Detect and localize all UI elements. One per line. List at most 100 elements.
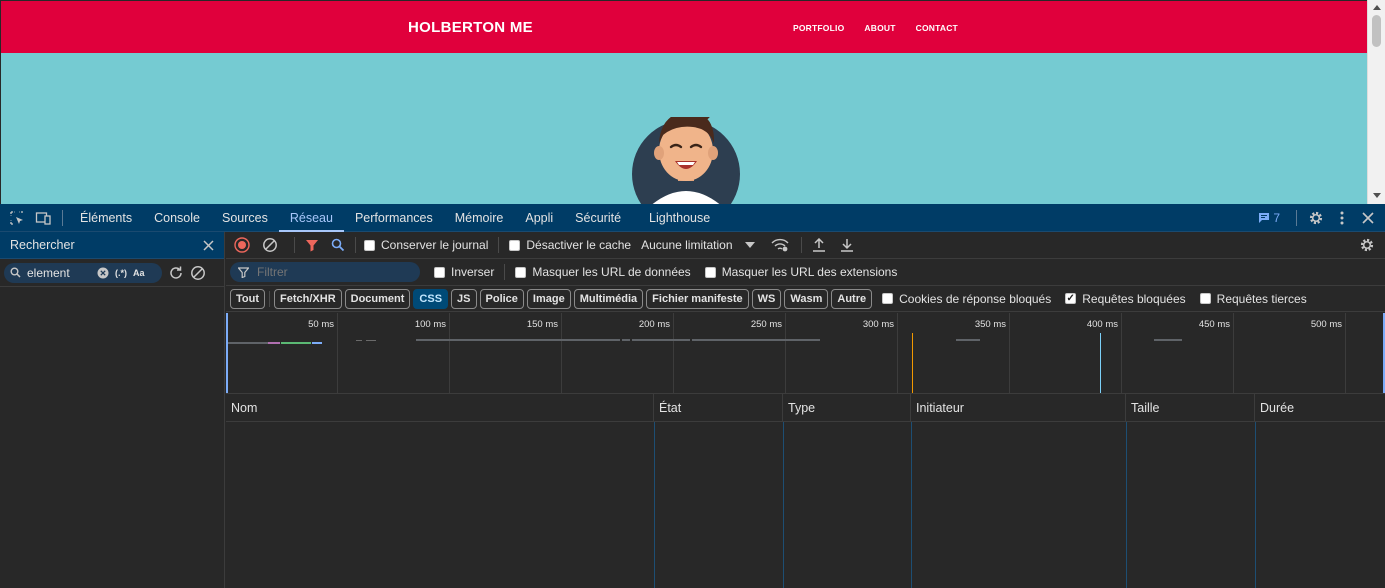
close-devtools-icon[interactable]	[1355, 204, 1381, 232]
filter-chip-wasm[interactable]: Wasm	[784, 288, 829, 309]
blocked-requests-label: Requêtes bloquées	[1082, 291, 1186, 306]
preserve-log-label: Conserver le journal	[381, 238, 489, 252]
search-network-icon[interactable]	[331, 238, 345, 252]
export-har-icon[interactable]	[840, 238, 854, 252]
blocked-cookies-checkbox[interactable]: Cookies de réponse bloqués	[882, 292, 1051, 306]
filter-chip-font[interactable]: Police	[479, 288, 524, 309]
filter-chip-manifest[interactable]: Fichier manifeste	[646, 288, 749, 309]
record-stop-icon[interactable]	[234, 237, 250, 253]
column-type[interactable]: Type	[783, 394, 911, 422]
nav-contact[interactable]: CONTACT	[916, 23, 958, 33]
filter-chip-fetch-xhr[interactable]: Fetch/XHR	[274, 288, 342, 309]
hide-extension-urls-checkbox[interactable]: Masquer les URL des extensions	[704, 265, 898, 279]
checkbox-icon[interactable]	[704, 266, 716, 278]
more-options-icon[interactable]	[1329, 204, 1355, 232]
regex-toggle[interactable]: (.*)	[115, 268, 127, 278]
match-case-toggle[interactable]: Aa	[133, 268, 145, 278]
network-overview-timeline[interactable]: 50 ms 100 ms 150 ms 200 ms 250 ms 300 ms…	[226, 313, 1385, 394]
tab-elements[interactable]: Éléments	[69, 204, 143, 232]
timeline-tick: 350 ms	[974, 319, 1006, 330]
scroll-down-icon[interactable]	[1373, 193, 1381, 198]
search-icon	[10, 267, 21, 278]
checkbox-icon[interactable]	[515, 266, 527, 278]
column-divider	[911, 422, 912, 588]
site-brand[interactable]: HOLBERTON ME	[408, 19, 533, 36]
hide-extension-urls-label: Masquer les URL des extensions	[721, 265, 898, 279]
tab-network[interactable]: Réseau	[278, 204, 344, 232]
checkbox-icon[interactable]	[434, 266, 445, 278]
search-drawer-title[interactable]: Rechercher	[10, 238, 75, 252]
network-conditions-icon[interactable]	[770, 238, 789, 252]
filter-funnel-icon[interactable]	[305, 238, 319, 252]
settings-gear-icon[interactable]	[1303, 204, 1329, 232]
blocked-requests-checkbox[interactable]: Requêtes bloquées	[1065, 291, 1186, 306]
filter-chip-media[interactable]: Multimédia	[573, 288, 644, 309]
request-bar	[268, 342, 280, 344]
clear-log-icon[interactable]	[262, 237, 278, 253]
network-filter-row: Inverser Masquer les URL de données Masq…	[226, 259, 1385, 286]
request-bar	[228, 342, 268, 344]
filter-chip-ws[interactable]: WS	[751, 288, 782, 309]
inspect-element-icon[interactable]	[4, 204, 30, 232]
filter-chip-document[interactable]: Document	[344, 288, 411, 309]
import-har-icon[interactable]	[812, 238, 826, 252]
disable-cache-checkbox[interactable]: Désactiver le cache	[509, 238, 631, 252]
filter-chip-js[interactable]: JS	[451, 288, 477, 309]
invert-checkbox[interactable]: Inverser	[434, 265, 494, 279]
filter-chip-css[interactable]: CSS	[413, 288, 449, 309]
refresh-icon[interactable]	[168, 265, 184, 281]
tab-memory[interactable]: Mémoire	[444, 204, 515, 232]
checkbox-icon[interactable]	[1199, 293, 1211, 304]
tab-console[interactable]: Console	[143, 204, 211, 232]
column-name[interactable]: Nom	[226, 394, 654, 422]
device-toolbar-icon[interactable]	[30, 204, 56, 232]
filter-chip-other[interactable]: Autre	[831, 288, 873, 309]
hide-data-urls-label: Masquer les URL de données	[532, 265, 691, 279]
filter-chip-all[interactable]: Tout	[230, 288, 266, 309]
timeline-tick: 50 ms	[308, 319, 334, 330]
overview-left-handle[interactable]	[226, 313, 228, 393]
tab-lighthouse[interactable]: Lighthouse	[638, 204, 721, 232]
blocked-cookies-label: Cookies de réponse bloqués	[899, 291, 1052, 306]
checkbox-icon[interactable]	[509, 239, 521, 251]
column-status[interactable]: État	[654, 394, 783, 422]
dom-content-loaded-marker	[912, 333, 913, 393]
network-settings-icon[interactable]	[1359, 237, 1375, 253]
preserve-log-checkbox[interactable]: Conserver le journal	[364, 238, 488, 252]
column-size[interactable]: Taille	[1126, 394, 1255, 422]
filter-box[interactable]	[230, 262, 420, 282]
search-input[interactable]	[27, 265, 91, 280]
tab-security[interactable]: Sécurité	[564, 204, 632, 232]
checkbox-checked-icon[interactable]	[1065, 293, 1077, 304]
toolbar-divider	[294, 237, 295, 253]
tab-sources[interactable]: Sources	[211, 204, 279, 232]
timeline-tick: 100 ms	[414, 319, 446, 330]
checkbox-icon[interactable]	[882, 293, 894, 304]
hide-data-urls-checkbox[interactable]: Masquer les URL de données	[515, 265, 691, 279]
throttling-select[interactable]: Aucune limitation	[641, 238, 755, 252]
issues-badge[interactable]: 7	[1258, 211, 1280, 225]
third-party-checkbox[interactable]: Requêtes tierces	[1199, 292, 1307, 306]
column-initiator[interactable]: Initiateur	[911, 394, 1126, 422]
nav-portfolio[interactable]: PORTFOLIO	[793, 23, 844, 33]
toolbar-divider	[355, 237, 356, 253]
search-box[interactable]: (.*) Aa	[4, 262, 162, 283]
clear-search-icon[interactable]	[97, 267, 109, 279]
scroll-thumb[interactable]	[1372, 15, 1381, 47]
page-scrollbar[interactable]	[1367, 0, 1385, 204]
nav-about[interactable]: ABOUT	[864, 23, 895, 33]
filter-chip-image[interactable]: Image	[526, 288, 571, 309]
tab-performance[interactable]: Performances	[344, 204, 444, 232]
request-bar	[356, 340, 362, 341]
invert-label: Inverser	[451, 265, 495, 279]
website-viewport: HOLBERTON ME PORTFOLIO ABOUT CONTACT	[0, 0, 1385, 204]
filter-input[interactable]	[257, 265, 397, 279]
close-search-icon[interactable]	[203, 239, 214, 251]
requests-table-body	[226, 422, 1385, 588]
checkbox-icon[interactable]	[364, 239, 375, 251]
column-time[interactable]: Durée	[1255, 394, 1385, 422]
clear-results-icon[interactable]	[190, 265, 206, 281]
tab-application[interactable]: Appli	[514, 204, 564, 232]
scroll-up-icon[interactable]	[1373, 5, 1381, 10]
request-bar	[956, 339, 980, 341]
